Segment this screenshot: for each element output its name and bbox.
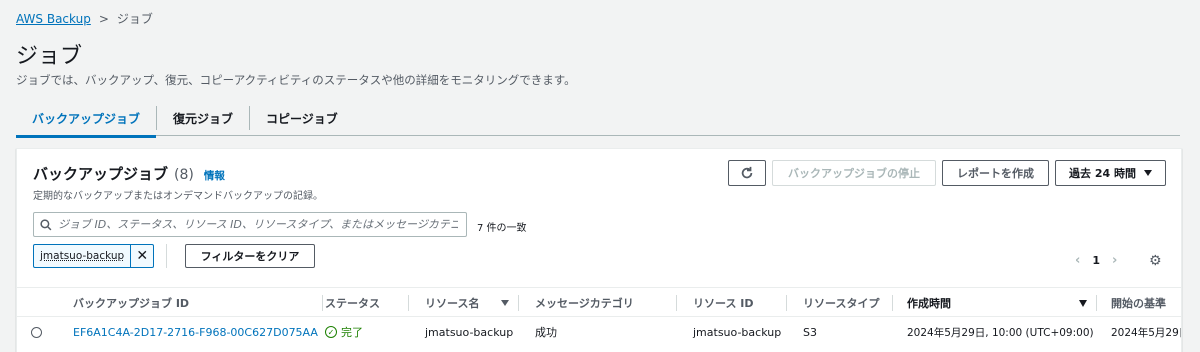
sort-icon: [1079, 300, 1087, 307]
cell-job-id: EF6A1C4A-2D17-2716-F968-00C627D075AA: [73, 317, 323, 347]
column-header-resource-id[interactable]: リソース ID: [677, 288, 787, 318]
clear-filters-button[interactable]: フィルターをクリア: [185, 244, 315, 268]
column-label: ステータス: [325, 297, 380, 310]
time-range-label: 過去 24 時間: [1069, 167, 1136, 180]
time-range-dropdown[interactable]: 過去 24 時間: [1055, 160, 1166, 186]
tab-backup-jobs[interactable]: バックアップジョブ: [16, 100, 157, 138]
settings-icon[interactable]: ⚙: [1149, 253, 1162, 269]
column-label: バックアップジョブ ID: [73, 297, 190, 310]
radio-button[interactable]: [31, 326, 42, 338]
panel-title: バックアップジョブ: [33, 165, 169, 183]
column-header-resource-type[interactable]: リソースタイプ: [787, 288, 893, 318]
search-icon: [40, 218, 52, 230]
column-header-start-by[interactable]: 開始の基準: [1097, 288, 1181, 318]
page-number[interactable]: 1: [1092, 254, 1100, 267]
search-input[interactable]: [58, 218, 458, 231]
cell-resource-id: jmatsuo-backup: [693, 325, 782, 339]
refresh-icon: [741, 166, 753, 179]
tab-copy-jobs[interactable]: コピージョブ: [250, 100, 354, 136]
column-label: リソース ID: [693, 297, 754, 310]
status-badge: ✓ 完了: [325, 324, 363, 340]
success-icon: ✓: [325, 326, 337, 338]
breadcrumb: AWS Backup > ジョブ: [16, 10, 153, 27]
column-header-status[interactable]: ステータス: [323, 288, 409, 318]
column-header-message-category[interactable]: メッセージカテゴリ: [519, 288, 677, 318]
column-label: 開始の基準: [1111, 297, 1166, 310]
job-id-link[interactable]: EF6A1C4A-2D17-2716-F968-00C627D075AA: [73, 326, 318, 339]
column-header-job-id[interactable]: バックアップジョブ ID: [73, 288, 323, 318]
page-title: ジョブ: [16, 44, 83, 69]
job-tabs: バックアップジョブ 復元ジョブ コピージョブ: [16, 100, 1180, 138]
filter-token: jmatsuo-backup ✕: [33, 244, 155, 268]
search-field[interactable]: [33, 212, 467, 237]
match-count: 7 件の一致: [477, 223, 527, 234]
tab-restore-jobs[interactable]: 復元ジョブ: [157, 100, 249, 136]
table-row: EF6A1C4A-2D17-2716-F968-00C627D075AA ✓ 完…: [17, 317, 1181, 347]
column-header-resource-name[interactable]: リソース名: [409, 288, 519, 318]
panel-description: 定期的なバックアップまたはオンデマンドバックアップの記録。: [33, 191, 323, 202]
sort-icon: [501, 300, 509, 306]
column-label: メッセージカテゴリ: [535, 297, 634, 310]
row-select-radio[interactable]: [31, 317, 61, 347]
info-link[interactable]: 情報: [204, 168, 225, 183]
panel-header: バックアップジョブ (8) 情報: [33, 163, 225, 184]
stop-backup-job-button[interactable]: バックアップジョブの停止: [772, 160, 936, 186]
cell-start-by: 2024年5月29日: [1111, 326, 1181, 339]
cell-status: ✓ 完了: [325, 317, 409, 347]
cell-resource-type: S3: [803, 325, 817, 339]
chevron-right-icon: >: [98, 11, 109, 26]
status-text: 完了: [341, 326, 363, 339]
cell-message-category: 成功: [535, 326, 557, 339]
column-label: リソースタイプ: [803, 297, 880, 310]
cell-creation-time: 2024年5月29日, 10:00 (UTC+09:00): [907, 326, 1094, 339]
refresh-button[interactable]: [728, 160, 766, 186]
caret-down-icon: [1143, 170, 1152, 176]
column-label: 作成時間: [907, 297, 951, 310]
create-report-button[interactable]: レポートを作成: [942, 160, 1049, 186]
chevron-left-icon[interactable]: ‹: [1075, 253, 1080, 268]
breadcrumb-current: ジョブ: [116, 12, 153, 26]
pagination: ‹ 1 ›: [1075, 253, 1117, 268]
cell-resource-name: jmatsuo-backup: [425, 325, 514, 339]
column-header-creation-time[interactable]: 作成時間: [893, 288, 1097, 318]
filter-token-label[interactable]: jmatsuo-backup: [34, 245, 132, 267]
column-label: リソース名: [425, 297, 480, 310]
page-description: ジョブでは、バックアップ、復元、コピーアクティビティのステータスや他の詳細をモニ…: [16, 73, 576, 87]
breadcrumb-link-aws-backup[interactable]: AWS Backup: [16, 12, 91, 26]
table-header: バックアップジョブ ID ステータス リソース名 メッセージカテゴリ リソース …: [17, 287, 1181, 317]
backup-jobs-panel: バックアップジョブ (8) 情報 定期的なバックアップまたはオンデマンドバックア…: [16, 148, 1182, 352]
close-icon[interactable]: ✕: [131, 245, 153, 267]
job-count: (8): [174, 167, 194, 183]
chevron-right-icon[interactable]: ›: [1112, 253, 1117, 268]
filter-divider: [166, 244, 167, 268]
